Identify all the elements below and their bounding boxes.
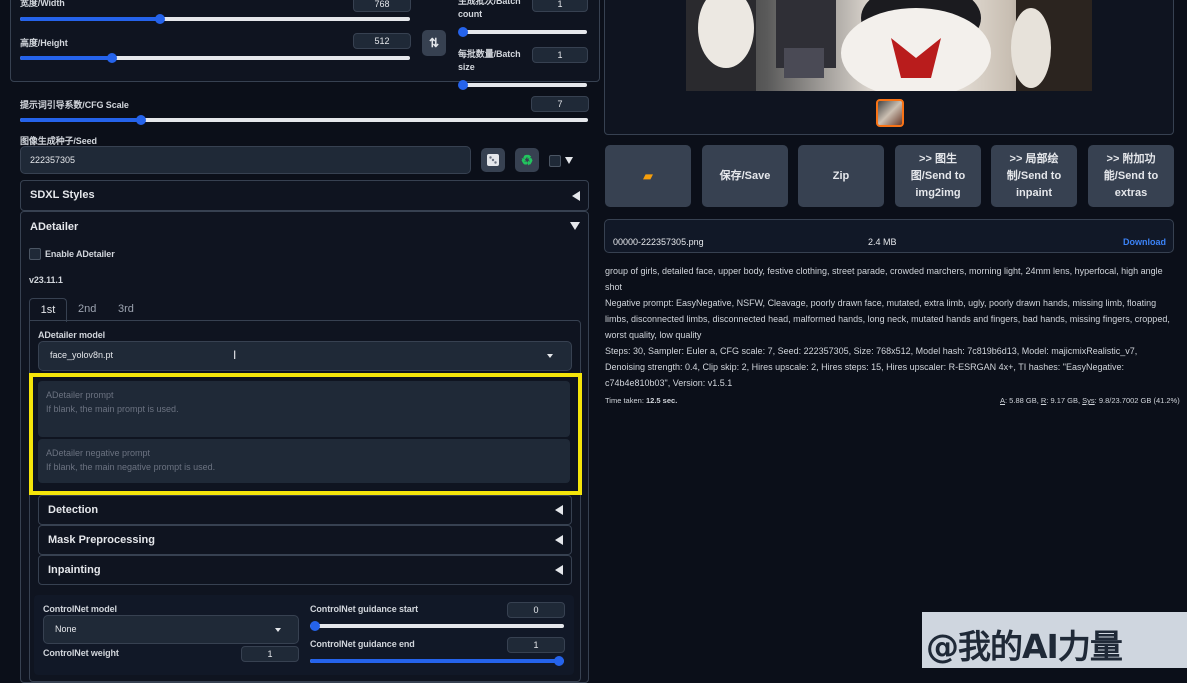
batch-count-label: 生成批次/Batch count [458, 0, 521, 19]
guidance-start-label: ControlNet guidance start [310, 604, 419, 614]
text-cursor-icon: I [233, 348, 237, 362]
controlnet-model-label: ControlNet model [43, 604, 117, 614]
cfg-scale-slider-knob[interactable] [136, 115, 146, 125]
detection-title: Detection [48, 504, 99, 516]
width-input[interactable]: 768 [353, 0, 411, 12]
batch-count-input[interactable]: 1 [532, 0, 588, 12]
controlnet-weight-input[interactable]: 1 [241, 646, 299, 662]
adetailer-negative-prompt-hint: If blank, the main negative prompt is us… [46, 462, 216, 472]
height-label: 高度/Height [20, 38, 68, 48]
enable-adetailer-checkbox[interactable] [29, 248, 41, 260]
zip-button[interactable]: Zip [798, 145, 884, 207]
tab-2nd[interactable]: 2nd [78, 303, 96, 315]
send-to-extras-button[interactable]: >> 附加功 能/Send to extras [1088, 145, 1174, 207]
batch-size-slider[interactable] [458, 80, 587, 90]
sdxl-styles-title: SDXL Styles [30, 189, 95, 201]
random-seed-button[interactable] [481, 148, 505, 172]
guidance-start-knob[interactable] [310, 621, 320, 631]
generated-image[interactable] [686, 0, 1092, 91]
swap-dimensions-button[interactable]: ⇅ [422, 30, 446, 56]
collapse-arrow-icon [572, 191, 580, 201]
adetailer-prompt-textarea[interactable]: ADetailer prompt If blank, the main prom… [38, 381, 570, 437]
guidance-end-label: ControlNet guidance end [310, 639, 415, 649]
extra-seed-checkbox[interactable] [549, 155, 561, 167]
send-to-img2img-button[interactable]: >> 图生 图/Send to img2img [895, 145, 981, 207]
photo-scene [686, 0, 1092, 91]
negative-prompt-text: Negative prompt: EasyNegative, NSFW, Cle… [605, 298, 1170, 340]
memory-usage: A: 5.88 GB, R: 9.17 GB, Sys: 9.8/23.7002… [1000, 396, 1180, 405]
params-text: Steps: 30, Sampler: Euler a, CFG scale: … [605, 346, 1138, 388]
send-to-inpaint-button[interactable]: >> 局部绘 制/Send to inpaint [991, 145, 1077, 207]
expand-arrow-icon[interactable] [570, 222, 580, 230]
batch-count-slider-knob[interactable] [458, 27, 468, 37]
open-folder-button[interactable]: ▰ [605, 145, 691, 207]
controlnet-model-value: None [55, 624, 77, 634]
reuse-seed-button[interactable]: ♻ [515, 148, 539, 172]
recycle-icon: ♻ [520, 151, 534, 168]
collapse-arrow-icon [555, 535, 563, 545]
guidance-end-knob[interactable] [554, 656, 564, 666]
width-label: 宽度/Width [20, 0, 65, 8]
adetailer-version: v23.11.1 [29, 275, 63, 285]
guidance-end-input[interactable]: 1 [507, 637, 565, 653]
guidance-end-slider[interactable] [310, 656, 564, 666]
file-download-row: 00000-222357305.png 2.4 MB Download [604, 219, 1174, 253]
height-slider-knob[interactable] [107, 53, 117, 63]
dropdown-arrow-icon [547, 354, 553, 358]
adetailer-model-label: ADetailer model [38, 330, 106, 340]
collapse-arrow-icon [555, 565, 563, 575]
detection-accordion[interactable]: Detection [38, 495, 572, 525]
file-size: 2.4 MB [868, 237, 897, 247]
mask-preprocessing-title: Mask Preprocessing [48, 534, 155, 546]
guidance-start-slider[interactable] [310, 621, 564, 631]
cfg-scale-label: 提示词引导系数/CFG Scale [20, 100, 129, 110]
adetailer-prompt-hint: If blank, the main prompt is used. [46, 404, 179, 414]
enable-adetailer-label: Enable ADetailer [45, 249, 115, 259]
width-slider[interactable] [20, 14, 410, 24]
batch-size-label: 每批数量/Batch size [458, 49, 521, 72]
adetailer-title[interactable]: ADetailer [30, 221, 78, 233]
adetailer-negative-prompt-placeholder: ADetailer negative prompt [46, 448, 151, 458]
controlnet-weight-label: ControlNet weight [43, 648, 119, 658]
inpainting-title: Inpainting [48, 564, 101, 576]
cfg-scale-input[interactable]: 7 [531, 96, 589, 112]
mask-preprocessing-accordion[interactable]: Mask Preprocessing [38, 525, 572, 555]
batch-size-slider-knob[interactable] [458, 80, 468, 90]
seed-input[interactable]: 222357305 [20, 146, 471, 174]
download-link[interactable]: Download [1123, 237, 1166, 247]
tab-1st[interactable]: 1st [29, 298, 67, 322]
batch-size-input[interactable]: 1 [532, 47, 588, 63]
collapse-arrow-icon [555, 505, 563, 515]
watermark-text: @我的AI力量 [926, 627, 1123, 666]
watermark: @我的AI力量 [922, 612, 1187, 668]
save-button[interactable]: 保存/Save [702, 145, 788, 207]
adetailer-prompt-placeholder: ADetailer prompt [46, 390, 114, 400]
adetailer-negative-prompt-textarea[interactable]: ADetailer negative prompt If blank, the … [38, 439, 570, 483]
tab-3rd[interactable]: 3rd [118, 303, 134, 315]
inpainting-accordion[interactable]: Inpainting [38, 555, 572, 585]
time-taken: Time taken: 12.5 sec. [605, 396, 678, 405]
file-name: 00000-222357305.png [613, 237, 704, 247]
controlnet-model-select[interactable]: None [43, 615, 299, 644]
folder-icon: ▰ [643, 168, 653, 183]
batch-count-slider[interactable] [458, 27, 587, 37]
gallery-thumbnail[interactable] [876, 99, 904, 127]
adetailer-model-select[interactable]: face_yolov8n.pt I [38, 341, 572, 371]
prompt-text: group of girls, detailed face, upper bod… [605, 266, 1163, 292]
height-input[interactable]: 512 [353, 33, 411, 49]
sdxl-styles-accordion[interactable]: SDXL Styles [20, 180, 589, 211]
extra-seed-toggle-icon[interactable] [565, 157, 573, 164]
guidance-start-input[interactable]: 0 [507, 602, 565, 618]
height-slider[interactable] [20, 53, 410, 63]
width-slider-knob[interactable] [155, 14, 165, 24]
swap-arrows-icon: ⇅ [428, 35, 440, 50]
dice-icon [487, 154, 499, 166]
dropdown-arrow-icon [275, 628, 281, 632]
adetailer-model-value: face_yolov8n.pt [50, 350, 114, 360]
cfg-scale-slider[interactable] [20, 115, 588, 125]
generation-info: group of girls, detailed face, upper bod… [605, 263, 1173, 391]
